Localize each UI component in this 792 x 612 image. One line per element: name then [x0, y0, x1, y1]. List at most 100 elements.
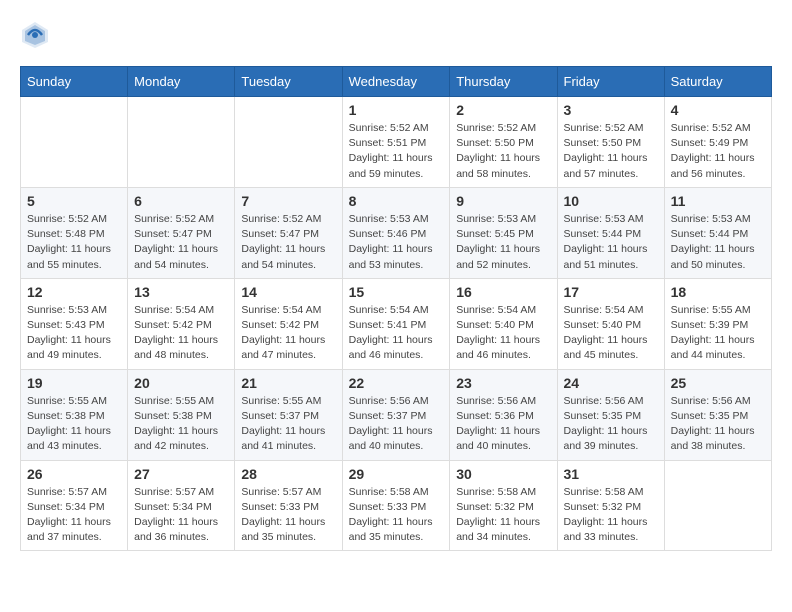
day-number: 19 [27, 375, 121, 391]
day-info: Sunrise: 5:53 AM Sunset: 5:46 PM Dayligh… [349, 212, 444, 273]
day-info: Sunrise: 5:52 AM Sunset: 5:51 PM Dayligh… [349, 121, 444, 182]
day-info: Sunrise: 5:55 AM Sunset: 5:37 PM Dayligh… [241, 394, 335, 455]
day-info: Sunrise: 5:58 AM Sunset: 5:32 PM Dayligh… [564, 485, 658, 546]
day-number: 26 [27, 466, 121, 482]
calendar-cell: 21 Sunrise: 5:55 AM Sunset: 5:37 PM Dayli… [235, 369, 342, 460]
calendar-cell: 22Sunrise: 5:56 AM Sunset: 5:37 PM Dayli… [342, 369, 450, 460]
day-info: Sunrise: 5:56 AM Sunset: 5:35 PM Dayligh… [671, 394, 765, 455]
day-number: 30 [456, 466, 550, 482]
page-header [20, 20, 772, 50]
day-header: Sunday [21, 67, 128, 97]
calendar-cell: 15Sunrise: 5:54 AM Sunset: 5:41 PM Dayli… [342, 278, 450, 369]
calendar-cell: 27Sunrise: 5:57 AM Sunset: 5:34 PM Dayli… [128, 460, 235, 551]
day-number: 3 [564, 102, 658, 118]
calendar-cell: 16 Sunrise: 5:54 AM Sunset: 5:40 PM Dayli… [450, 278, 557, 369]
day-number: 10 [564, 193, 658, 209]
day-info: Sunrise: 5:54 AM Sunset: 5:40 PM Dayligh… [456, 303, 550, 364]
day-info: Sunrise: 5:54 AM Sunset: 5:40 PM Dayligh… [564, 303, 658, 364]
calendar-week-row: 19 Sunrise: 5:55 AM Sunset: 5:38 PM Dayli… [21, 369, 772, 460]
day-number: 17 [564, 284, 658, 300]
day-info: Sunrise: 5:55 AM Sunset: 5:38 PM Dayligh… [27, 394, 121, 455]
day-info: Sunrise: 5:54 AM Sunset: 5:42 PM Dayligh… [241, 303, 335, 364]
day-info: Sunrise: 5:56 AM Sunset: 5:35 PM Dayligh… [564, 394, 658, 455]
calendar-cell: 25 Sunrise: 5:56 AM Sunset: 5:35 PM Dayli… [664, 369, 771, 460]
calendar-cell: 10 Sunrise: 5:53 AM Sunset: 5:44 PM Dayli… [557, 187, 664, 278]
day-info: Sunrise: 5:52 AM Sunset: 5:47 PM Dayligh… [134, 212, 228, 273]
day-info: Sunrise: 5:55 AM Sunset: 5:39 PM Dayligh… [671, 303, 765, 364]
day-number: 8 [349, 193, 444, 209]
day-number: 23 [456, 375, 550, 391]
calendar-cell: 30 Sunrise: 5:58 AM Sunset: 5:32 PM Dayli… [450, 460, 557, 551]
calendar-cell: 14 Sunrise: 5:54 AM Sunset: 5:42 PM Dayli… [235, 278, 342, 369]
calendar-cell: 31 Sunrise: 5:58 AM Sunset: 5:32 PM Dayli… [557, 460, 664, 551]
calendar-cell: 23Sunrise: 5:56 AM Sunset: 5:36 PM Dayli… [450, 369, 557, 460]
calendar-cell: 20Sunrise: 5:55 AM Sunset: 5:38 PM Dayli… [128, 369, 235, 460]
day-info: Sunrise: 5:52 AM Sunset: 5:47 PM Dayligh… [241, 212, 335, 273]
day-number: 29 [349, 466, 444, 482]
day-number: 16 [456, 284, 550, 300]
day-number: 14 [241, 284, 335, 300]
day-number: 1 [349, 102, 444, 118]
day-info: Sunrise: 5:58 AM Sunset: 5:32 PM Dayligh… [456, 485, 550, 546]
logo-icon [20, 20, 50, 50]
day-info: Sunrise: 5:53 AM Sunset: 5:44 PM Dayligh… [564, 212, 658, 273]
day-number: 28 [241, 466, 335, 482]
day-header: Tuesday [235, 67, 342, 97]
day-info: Sunrise: 5:57 AM Sunset: 5:34 PM Dayligh… [134, 485, 228, 546]
day-info: Sunrise: 5:52 AM Sunset: 5:48 PM Dayligh… [27, 212, 121, 273]
calendar-week-row: 5 Sunrise: 5:52 AM Sunset: 5:48 PM Daylig… [21, 187, 772, 278]
calendar-cell: 9Sunrise: 5:53 AM Sunset: 5:45 PM Daylig… [450, 187, 557, 278]
day-number: 18 [671, 284, 765, 300]
calendar-week-row: 26 Sunrise: 5:57 AM Sunset: 5:34 PM Dayli… [21, 460, 772, 551]
day-info: Sunrise: 5:53 AM Sunset: 5:43 PM Dayligh… [27, 303, 121, 364]
calendar-week-row: 12 Sunrise: 5:53 AM Sunset: 5:43 PM Dayli… [21, 278, 772, 369]
calendar-cell: 3 Sunrise: 5:52 AM Sunset: 5:50 PM Daylig… [557, 97, 664, 188]
calendar-cell [664, 460, 771, 551]
logo [20, 20, 54, 50]
calendar-cell: 8 Sunrise: 5:53 AM Sunset: 5:46 PM Daylig… [342, 187, 450, 278]
calendar-cell [128, 97, 235, 188]
day-info: Sunrise: 5:54 AM Sunset: 5:41 PM Dayligh… [349, 303, 444, 364]
day-header: Friday [557, 67, 664, 97]
calendar-week-row: 1 Sunrise: 5:52 AM Sunset: 5:51 PM Daylig… [21, 97, 772, 188]
day-header: Wednesday [342, 67, 450, 97]
day-number: 22 [349, 375, 444, 391]
day-number: 6 [134, 193, 228, 209]
day-info: Sunrise: 5:55 AM Sunset: 5:38 PM Dayligh… [134, 394, 228, 455]
day-info: Sunrise: 5:57 AM Sunset: 5:34 PM Dayligh… [27, 485, 121, 546]
day-number: 13 [134, 284, 228, 300]
calendar-header-row: SundayMondayTuesdayWednesdayThursdayFrid… [21, 67, 772, 97]
day-number: 9 [456, 193, 550, 209]
calendar-cell: 5 Sunrise: 5:52 AM Sunset: 5:48 PM Daylig… [21, 187, 128, 278]
day-info: Sunrise: 5:54 AM Sunset: 5:42 PM Dayligh… [134, 303, 228, 364]
day-number: 24 [564, 375, 658, 391]
day-info: Sunrise: 5:52 AM Sunset: 5:50 PM Dayligh… [456, 121, 550, 182]
calendar-cell: 29 Sunrise: 5:58 AM Sunset: 5:33 PM Dayli… [342, 460, 450, 551]
day-info: Sunrise: 5:58 AM Sunset: 5:33 PM Dayligh… [349, 485, 444, 546]
day-number: 25 [671, 375, 765, 391]
calendar-cell: 28Sunrise: 5:57 AM Sunset: 5:33 PM Dayli… [235, 460, 342, 551]
day-number: 12 [27, 284, 121, 300]
calendar-cell: 6 Sunrise: 5:52 AM Sunset: 5:47 PM Daylig… [128, 187, 235, 278]
day-header: Saturday [664, 67, 771, 97]
day-number: 21 [241, 375, 335, 391]
calendar-cell: 11Sunrise: 5:53 AM Sunset: 5:44 PM Dayli… [664, 187, 771, 278]
calendar-cell: 7Sunrise: 5:52 AM Sunset: 5:47 PM Daylig… [235, 187, 342, 278]
day-header: Monday [128, 67, 235, 97]
calendar-cell: 24 Sunrise: 5:56 AM Sunset: 5:35 PM Dayli… [557, 369, 664, 460]
day-number: 11 [671, 193, 765, 209]
day-number: 2 [456, 102, 550, 118]
day-number: 31 [564, 466, 658, 482]
day-info: Sunrise: 5:52 AM Sunset: 5:50 PM Dayligh… [564, 121, 658, 182]
day-number: 5 [27, 193, 121, 209]
calendar-table: SundayMondayTuesdayWednesdayThursdayFrid… [20, 66, 772, 551]
calendar-cell: 4Sunrise: 5:52 AM Sunset: 5:49 PM Daylig… [664, 97, 771, 188]
calendar-cell: 26 Sunrise: 5:57 AM Sunset: 5:34 PM Dayli… [21, 460, 128, 551]
calendar-cell [21, 97, 128, 188]
calendar-cell: 17 Sunrise: 5:54 AM Sunset: 5:40 PM Dayli… [557, 278, 664, 369]
calendar-cell [235, 97, 342, 188]
day-info: Sunrise: 5:52 AM Sunset: 5:49 PM Dayligh… [671, 121, 765, 182]
day-header: Thursday [450, 67, 557, 97]
calendar-cell: 2 Sunrise: 5:52 AM Sunset: 5:50 PM Daylig… [450, 97, 557, 188]
calendar-cell: 19 Sunrise: 5:55 AM Sunset: 5:38 PM Dayli… [21, 369, 128, 460]
